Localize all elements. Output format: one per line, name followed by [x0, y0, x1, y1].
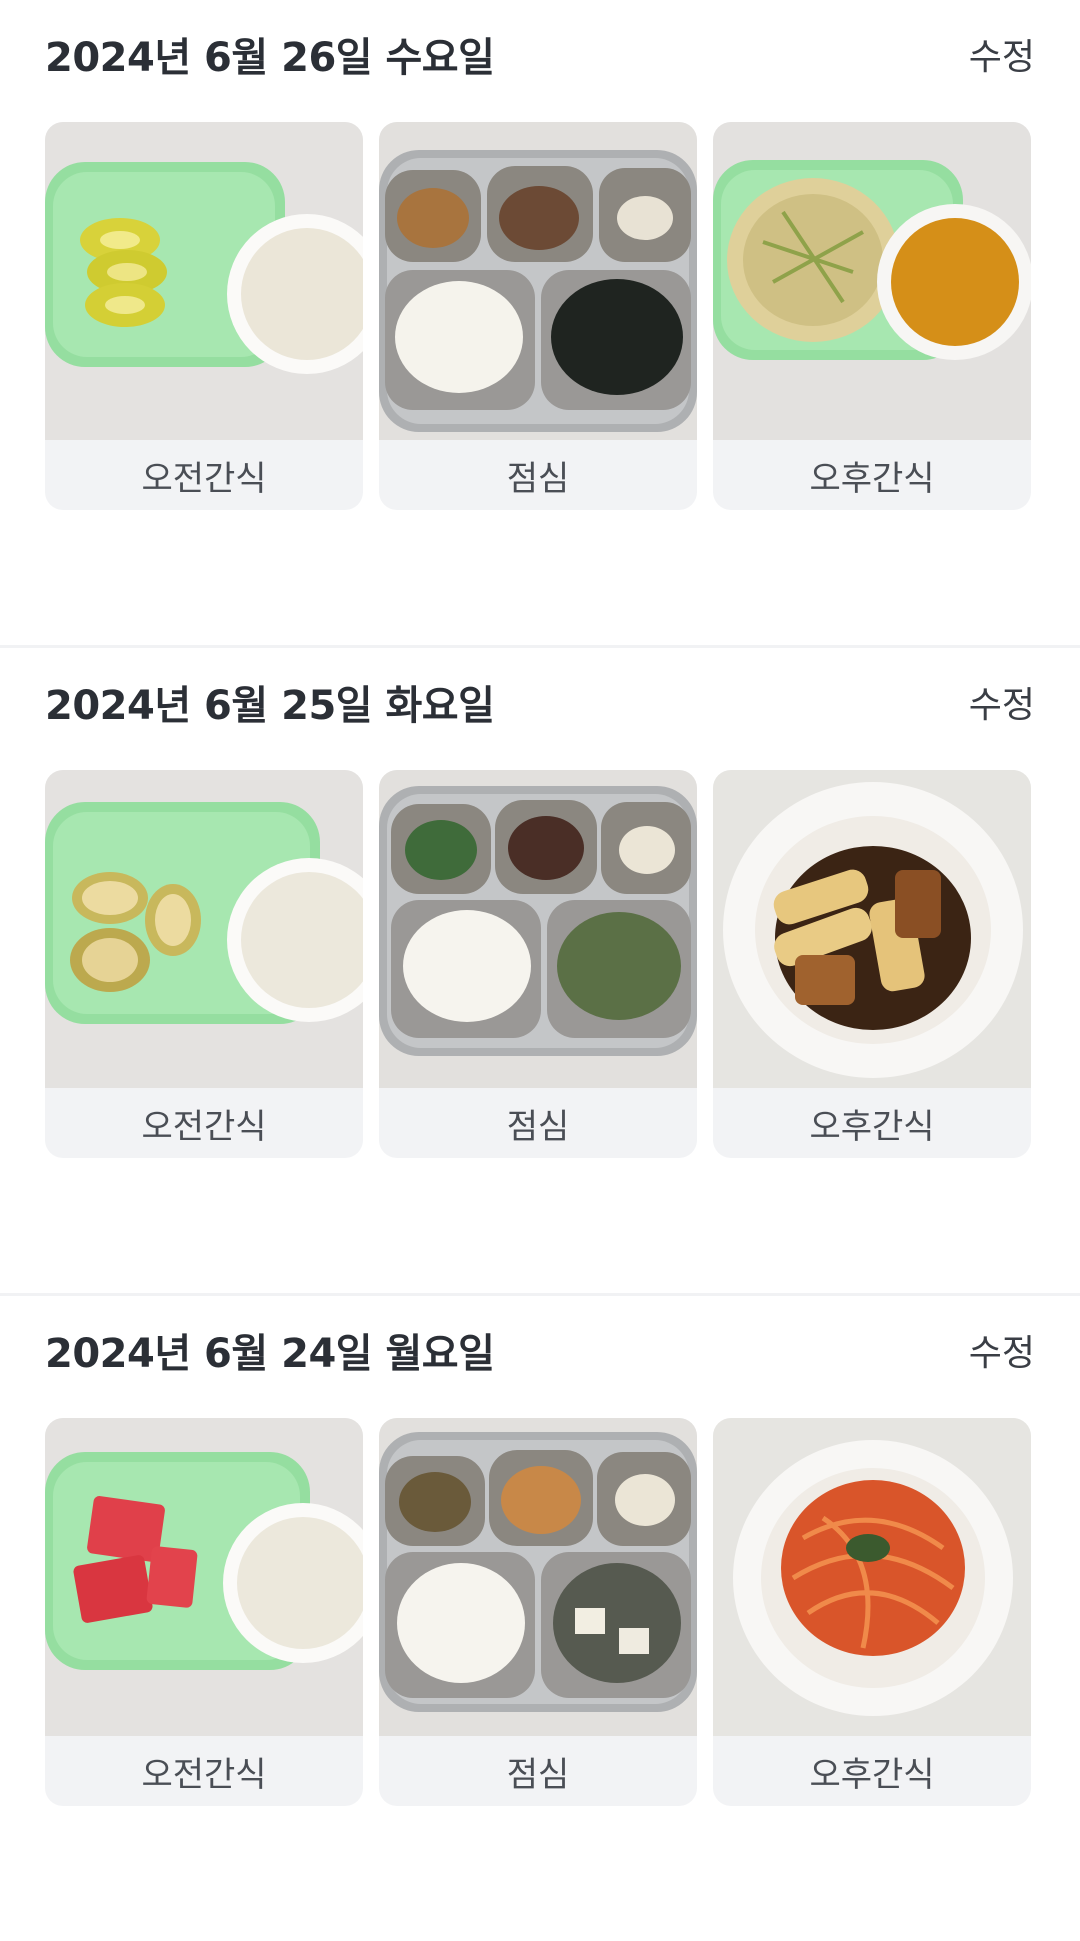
- lunch-tray-photo: [379, 770, 697, 1088]
- lunch-tray-photo: [379, 122, 697, 440]
- meal-card-morning-snack[interactable]: 오전간식: [45, 122, 363, 510]
- meal-card-afternoon-snack[interactable]: 오후간식: [713, 770, 1031, 1158]
- pancake-and-juice-photo: [713, 122, 1031, 440]
- meal-label: 오후간식: [809, 458, 935, 499]
- meal-label: 점심: [506, 1754, 570, 1795]
- meal-cards: 오전간식 점심 오후간식: [45, 122, 1031, 510]
- meal-label: 오전간식: [141, 1754, 267, 1795]
- meal-card-lunch[interactable]: 점심: [379, 770, 697, 1158]
- tteokbokki-bowl-photo: [713, 770, 1031, 1088]
- kiwi-and-milk-photo: [45, 122, 363, 440]
- meal-card-afternoon-snack[interactable]: 오후간식: [713, 122, 1031, 510]
- day-section: 2024년 6월 24일 월요일 수정 오전간식 점심 오후간식: [0, 1293, 1080, 1941]
- meal-cards: 오전간식 점심 오후간식: [45, 770, 1031, 1158]
- day-header: 2024년 6월 25일 화요일 수정: [45, 676, 1035, 729]
- date-title: 2024년 6월 24일 월요일: [45, 1331, 495, 1377]
- day-header: 2024년 6월 26일 수요일 수정: [45, 28, 1035, 81]
- edit-button[interactable]: 수정: [969, 1324, 1035, 1376]
- meal-label: 오전간식: [141, 1106, 267, 1147]
- meal-card-afternoon-snack[interactable]: 오후간식: [713, 1418, 1031, 1806]
- meal-label: 오후간식: [809, 1106, 935, 1147]
- edit-button[interactable]: 수정: [969, 28, 1035, 80]
- meal-card-morning-snack[interactable]: 오전간식: [45, 770, 363, 1158]
- meal-label: 점심: [506, 1106, 570, 1147]
- meal-label: 오후간식: [809, 1754, 935, 1795]
- meal-label: 오전간식: [141, 458, 267, 499]
- edit-button[interactable]: 수정: [969, 676, 1035, 728]
- spaghetti-bowl-photo: [713, 1418, 1031, 1736]
- date-title: 2024년 6월 26일 수요일: [45, 35, 495, 81]
- meal-card-lunch[interactable]: 점심: [379, 122, 697, 510]
- meal-card-morning-snack[interactable]: 오전간식: [45, 1418, 363, 1806]
- meal-label: 점심: [506, 458, 570, 499]
- date-title: 2024년 6월 25일 화요일: [45, 683, 495, 729]
- day-header: 2024년 6월 24일 월요일 수정: [45, 1324, 1035, 1377]
- day-section: 2024년 6월 25일 화요일 수정 오전간식 점심 오후간식: [0, 645, 1080, 1293]
- meal-cards: 오전간식 점심 오후간식: [45, 1418, 1031, 1806]
- lunch-tray-photo: [379, 1418, 697, 1736]
- banana-and-milk-photo: [45, 770, 363, 1088]
- meal-card-lunch[interactable]: 점심: [379, 1418, 697, 1806]
- watermelon-and-milk-photo: [45, 1418, 363, 1736]
- day-section: 2024년 6월 26일 수요일 수정 오전간식 점심 오후간식: [0, 0, 1080, 645]
